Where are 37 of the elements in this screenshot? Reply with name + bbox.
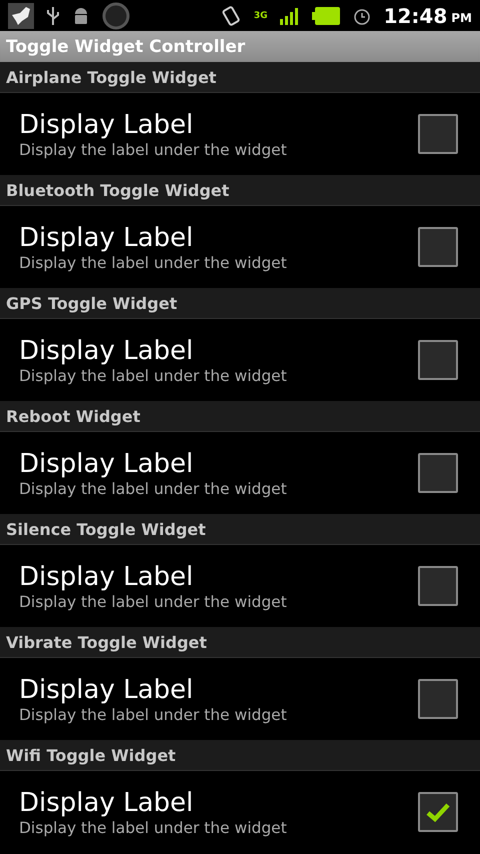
- clock-period: PM: [451, 11, 472, 25]
- setting-title: Display Label: [19, 674, 194, 706]
- setting-title: Display Label: [19, 335, 194, 367]
- checkbox[interactable]: [418, 679, 458, 719]
- clock-time: 12:48: [384, 4, 448, 28]
- checkbox[interactable]: [418, 340, 458, 380]
- setting-title: Display Label: [19, 109, 194, 141]
- setting-summary: Display the label under the widget: [19, 254, 288, 272]
- section-header: Wifi Toggle Widget: [0, 740, 480, 771]
- checkbox[interactable]: [418, 227, 458, 267]
- section-header: GPS Toggle Widget: [0, 288, 480, 319]
- setting-title: Display Label: [19, 787, 194, 819]
- setting-title: Display Label: [19, 561, 194, 593]
- setting-summary: Display the label under the widget: [19, 819, 288, 837]
- setting-summary: Display the label under the widget: [19, 593, 288, 611]
- checkbox[interactable]: [418, 114, 458, 154]
- section-header: Airplane Toggle Widget: [0, 62, 480, 93]
- setting-title: Display Label: [19, 222, 194, 254]
- usb-icon: [46, 4, 60, 26]
- rotate-icon: [220, 4, 242, 26]
- window-title: Toggle Widget Controller: [0, 31, 480, 62]
- section-header: Bluetooth Toggle Widget: [0, 175, 480, 206]
- checkbox[interactable]: [418, 792, 458, 832]
- setting-summary: Display the label under the widget: [19, 480, 288, 498]
- setting-summary: Display the label under the widget: [19, 706, 288, 724]
- checkbox[interactable]: [418, 453, 458, 493]
- check-icon: [425, 801, 451, 823]
- section-header: Silence Toggle Widget: [0, 514, 480, 545]
- battery-icon: [312, 6, 340, 26]
- setting-summary: Display the label under the widget: [19, 367, 288, 385]
- setting-title: Display Label: [19, 448, 194, 480]
- signal-icon: [280, 6, 300, 24]
- section-header: Reboot Widget: [0, 401, 480, 432]
- setting-summary: Display the label under the widget: [19, 141, 288, 159]
- checkbox[interactable]: [418, 566, 458, 606]
- network-type: 3G: [254, 10, 268, 20]
- section-header: Vibrate Toggle Widget: [0, 627, 480, 658]
